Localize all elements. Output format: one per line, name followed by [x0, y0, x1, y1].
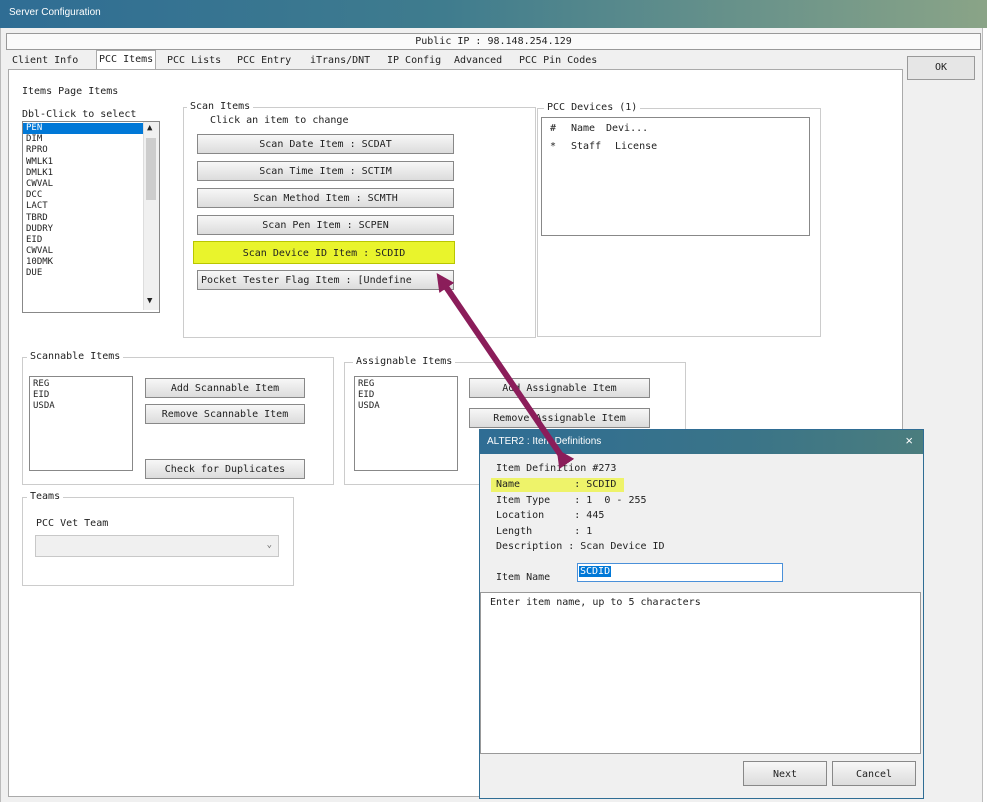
arrow-icon: [436, 273, 575, 469]
annotation-arrow: [436, 273, 575, 469]
